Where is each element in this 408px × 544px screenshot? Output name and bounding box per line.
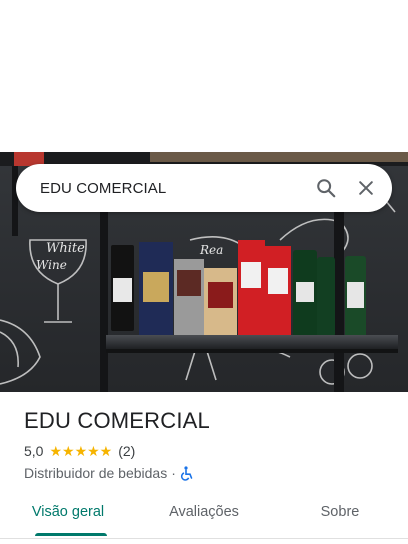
tab-reviews-label: Avaliações [169, 504, 239, 520]
tab-overview[interactable]: Visão geral [0, 494, 136, 538]
wheelchair-icon [180, 465, 194, 481]
place-tabs: Visão geral Avaliações Sobre [0, 494, 408, 538]
separator: · [171, 465, 176, 481]
tabs-divider [0, 538, 408, 539]
place-title: EDU COMERCIAL [24, 408, 210, 433]
wall-text-wine: Wine [36, 258, 67, 272]
search-input[interactable]: EDU COMERCIAL [40, 180, 306, 197]
close-icon[interactable] [346, 168, 386, 208]
active-tab-indicator [35, 533, 107, 536]
tab-about-label: Sobre [320, 504, 360, 520]
rating-value: 5,0 [24, 443, 44, 459]
category-row: Distribuidor de bebidas · [24, 465, 394, 481]
search-icon[interactable] [306, 168, 346, 208]
search-bar[interactable]: EDU COMERCIAL [16, 164, 392, 212]
tab-reviews[interactable]: Avaliações [136, 494, 272, 538]
wall-text-rea: Rea [199, 243, 223, 257]
tab-about[interactable]: Sobre [272, 494, 408, 538]
review-count[interactable]: (2) [118, 443, 135, 459]
tab-overview-label: Visão geral [31, 504, 105, 520]
wall-text-white: White [46, 241, 85, 256]
rating-row[interactable]: 5,0 ★★★★★ (2) [24, 442, 394, 460]
star-rating-icon: ★★★★★ [49, 442, 113, 459]
place-info: EDU COMERCIAL 5,0 ★★★★★ (2) Distribuidor… [24, 408, 394, 481]
place-category[interactable]: Distribuidor de bebidas [24, 465, 167, 481]
